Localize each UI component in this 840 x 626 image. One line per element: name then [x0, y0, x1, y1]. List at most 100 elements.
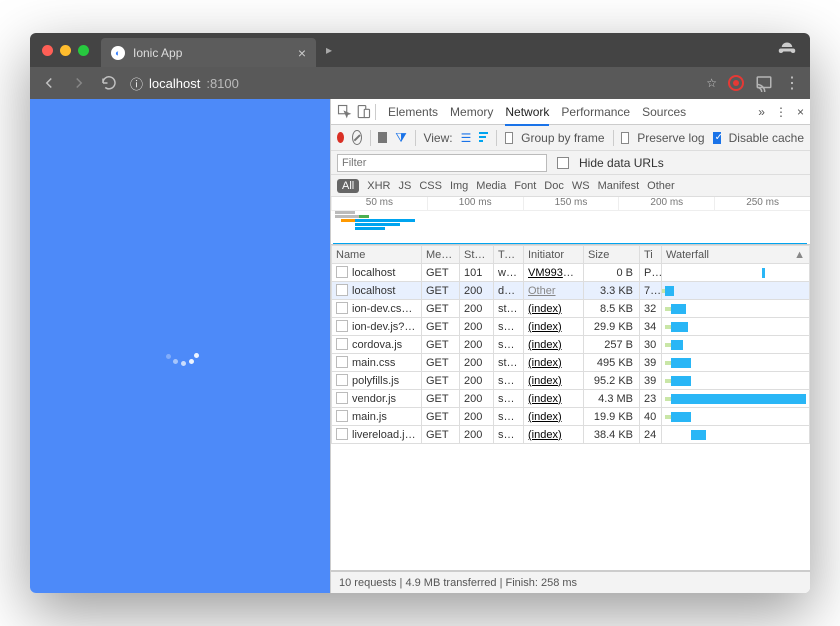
window-controls	[30, 45, 101, 56]
screenshot-icon[interactable]	[378, 132, 387, 143]
request-row[interactable]: localhostGET101w…VM9931:…0 BPe	[332, 264, 810, 282]
request-row[interactable]: ion-dev.css?…GET200st…(index)8.5 KB32	[332, 300, 810, 318]
type-filter-all[interactable]: All	[337, 179, 359, 193]
initiator-link[interactable]: (index)	[528, 429, 562, 441]
timeline-overview[interactable]: 50 ms100 ms150 ms200 ms250 ms	[331, 197, 810, 245]
initiator-link[interactable]: VM9931:…	[528, 267, 583, 279]
column-header[interactable]: Ty…	[494, 246, 524, 264]
request-row[interactable]: livereload.js?…GET200sc…(index)38.4 KB24	[332, 426, 810, 444]
column-header[interactable]: Size	[584, 246, 640, 264]
column-header[interactable]: Ti	[640, 246, 662, 264]
filter-input[interactable]	[337, 154, 547, 172]
initiator-link[interactable]: Other	[528, 285, 556, 297]
extension-icon[interactable]	[728, 75, 744, 91]
minimize-window[interactable]	[60, 45, 71, 56]
forward-icon[interactable]	[70, 74, 88, 92]
timeline-tick: 250 ms	[714, 197, 810, 210]
view-list-icon[interactable]: ☰	[461, 131, 472, 145]
column-header[interactable]: Name	[332, 246, 422, 264]
browser-tab[interactable]: ◐ Ionic App ×	[101, 38, 316, 67]
devtools-panel: ElementsMemoryNetworkPerformanceSources …	[330, 99, 810, 593]
type-filter-doc[interactable]: Doc	[544, 180, 564, 192]
disable-cache-label: Disable cache	[729, 131, 804, 145]
file-icon	[336, 266, 348, 278]
devtools-tabs: Elements Memory Network Performance Sources	[388, 105, 686, 119]
type-filter-css[interactable]: CSS	[419, 180, 442, 192]
favicon-icon: ◐	[111, 46, 125, 60]
new-tab-button[interactable]: ▸	[316, 37, 342, 63]
menu-icon[interactable]: ⋮	[784, 73, 800, 93]
devtools-tab-memory[interactable]: Memory	[450, 105, 493, 119]
initiator-link[interactable]: (index)	[528, 411, 562, 423]
type-filter-manifest[interactable]: Manifest	[598, 180, 640, 192]
filter-bar: Hide data URLs	[331, 151, 810, 175]
initiator-link[interactable]: (index)	[528, 375, 562, 387]
hide-urls-checkbox[interactable]	[557, 157, 569, 169]
timeline-tick: 100 ms	[427, 197, 523, 210]
request-row[interactable]: vendor.jsGET200sc…(index)4.3 MB23	[332, 390, 810, 408]
timeline-tick: 150 ms	[523, 197, 619, 210]
disable-cache-checkbox[interactable]	[713, 132, 721, 144]
initiator-link[interactable]: (index)	[528, 357, 562, 369]
column-header[interactable]: Sta…	[460, 246, 494, 264]
request-row[interactable]: localhostGET200d…Other3.3 KB7 m	[332, 282, 810, 300]
url-input[interactable]: ⓘ localhost:8100	[130, 74, 694, 93]
devtools-tab-sources[interactable]: Sources	[642, 105, 686, 119]
hide-urls-label: Hide data URLs	[579, 156, 664, 170]
preserve-log-checkbox[interactable]	[621, 132, 629, 144]
request-row[interactable]: main.cssGET200st…(index)495 KB39	[332, 354, 810, 372]
group-frame-checkbox[interactable]	[505, 132, 513, 144]
devtools-close-icon[interactable]: ×	[797, 105, 804, 119]
column-header[interactable]: Met…	[422, 246, 460, 264]
type-filter-js[interactable]: JS	[398, 180, 411, 192]
devtools-tab-performance[interactable]: Performance	[561, 105, 630, 119]
file-icon	[336, 410, 348, 422]
reload-icon[interactable]	[100, 74, 118, 92]
file-icon	[336, 428, 348, 440]
maximize-window[interactable]	[78, 45, 89, 56]
devtools-tab-network[interactable]: Network	[505, 105, 549, 119]
browser-window: ◐ Ionic App × ▸ ⓘ localhost:8100 ☆ ⋮	[30, 33, 810, 593]
filter-icon[interactable]: ⧩	[395, 130, 407, 146]
file-icon	[336, 392, 348, 404]
close-window[interactable]	[42, 45, 53, 56]
type-filter-bar: All XHR JS CSS Img Media Font Doc WS Manifest Othe…	[331, 175, 810, 197]
clear-icon[interactable]	[352, 130, 362, 145]
more-tabs-icon[interactable]: »	[758, 105, 765, 119]
view-label: View:	[423, 131, 452, 145]
view-waterfall-icon[interactable]	[479, 132, 488, 144]
initiator-link[interactable]: (index)	[528, 321, 562, 333]
inspect-icon[interactable]	[337, 104, 352, 119]
column-header[interactable]: Waterfall▲	[662, 246, 810, 264]
request-row[interactable]: polyfills.jsGET200sc…(index)95.2 KB39	[332, 372, 810, 390]
url-port: :8100	[206, 76, 239, 91]
site-info-icon[interactable]: ⓘ	[130, 74, 143, 93]
column-header[interactable]: Initiator	[524, 246, 584, 264]
type-filter-other[interactable]: Other	[647, 180, 675, 192]
type-filter-media[interactable]: Media	[476, 180, 506, 192]
record-icon[interactable]	[337, 132, 344, 143]
request-table: NameMet…Sta…Ty…InitiatorSizeTiWaterfall▲…	[331, 245, 810, 571]
initiator-link[interactable]: (index)	[528, 339, 562, 351]
back-icon[interactable]	[40, 74, 58, 92]
devtools-tab-elements[interactable]: Elements	[388, 105, 438, 119]
request-row[interactable]: ion-dev.js?v…GET200sc…(index)29.9 KB34	[332, 318, 810, 336]
type-filter-img[interactable]: Img	[450, 180, 468, 192]
address-bar: ⓘ localhost:8100 ☆ ⋮	[30, 67, 810, 99]
initiator-link[interactable]: (index)	[528, 393, 562, 405]
request-row[interactable]: cordova.jsGET200sc…(index)257 B30	[332, 336, 810, 354]
type-filter-font[interactable]: Font	[514, 180, 536, 192]
type-filter-xhr[interactable]: XHR	[367, 180, 390, 192]
star-icon[interactable]: ☆	[706, 76, 717, 90]
request-row[interactable]: main.jsGET200sc…(index)19.9 KB40	[332, 408, 810, 426]
file-icon	[336, 374, 348, 386]
devtools-header: ElementsMemoryNetworkPerformanceSources …	[331, 99, 810, 125]
preserve-log-label: Preserve log	[637, 131, 704, 145]
initiator-link[interactable]: (index)	[528, 303, 562, 315]
type-filter-ws[interactable]: WS	[572, 180, 590, 192]
devtools-menu-icon[interactable]: ⋮	[775, 105, 787, 119]
close-tab-icon[interactable]: ×	[298, 45, 306, 61]
group-frame-label: Group by frame	[521, 131, 604, 145]
cast-icon[interactable]	[755, 74, 773, 92]
device-icon[interactable]	[356, 104, 371, 119]
